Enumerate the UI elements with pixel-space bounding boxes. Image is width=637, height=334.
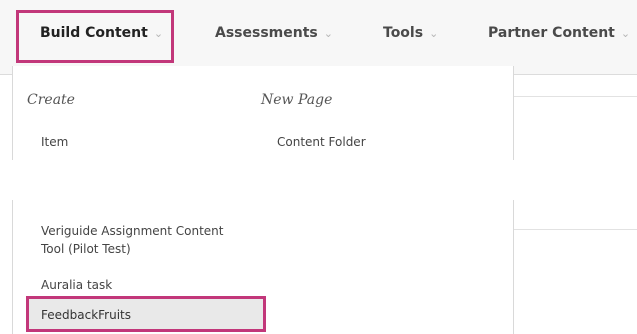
build-content-dropdown-top: Create New Page Item Content Folder	[12, 66, 514, 160]
assessments-label: Assessments	[215, 25, 318, 41]
chevron-down-icon: ⌄	[323, 27, 333, 40]
feedbackfruits-label: FeedbackFruits	[41, 308, 132, 322]
build-content-menu-button[interactable]: Build Content ⌄	[40, 25, 163, 41]
chevron-down-icon: ⌄	[429, 27, 439, 40]
menu-item-auralia-task[interactable]: Auralia task	[41, 276, 112, 294]
veriguide-label-line1: Veriguide Assignment Content	[41, 224, 224, 238]
create-heading: Create	[27, 92, 75, 108]
background-divider	[512, 96, 637, 97]
build-content-label: Build Content	[40, 25, 148, 41]
menu-item-veriguide[interactable]: Veriguide Assignment Content Tool (Pilot…	[41, 222, 224, 258]
partner-content-menu-button[interactable]: Partner Content ⌄	[488, 25, 630, 41]
new-page-heading: New Page	[261, 92, 333, 108]
chevron-down-icon: ⌄	[620, 27, 631, 40]
veriguide-label-line2: Tool (Pilot Test)	[41, 242, 131, 256]
menu-item-content-folder[interactable]: Content Folder	[277, 133, 366, 151]
chevron-down-icon: ⌄	[153, 27, 164, 40]
tools-label: Tools	[383, 25, 424, 41]
assessments-menu-button[interactable]: Assessments ⌄	[215, 25, 333, 41]
menu-item-feedbackfruits[interactable]: FeedbackFruits	[26, 296, 266, 332]
content-toolbar: Build Content ⌄ Assessments ⌄ Tools ⌄ Partn…	[0, 0, 637, 75]
tools-menu-button[interactable]: Tools ⌄	[383, 25, 438, 41]
partner-content-label: Partner Content	[488, 25, 615, 41]
menu-item-item[interactable]: Item	[41, 133, 68, 151]
background-divider	[512, 229, 637, 230]
